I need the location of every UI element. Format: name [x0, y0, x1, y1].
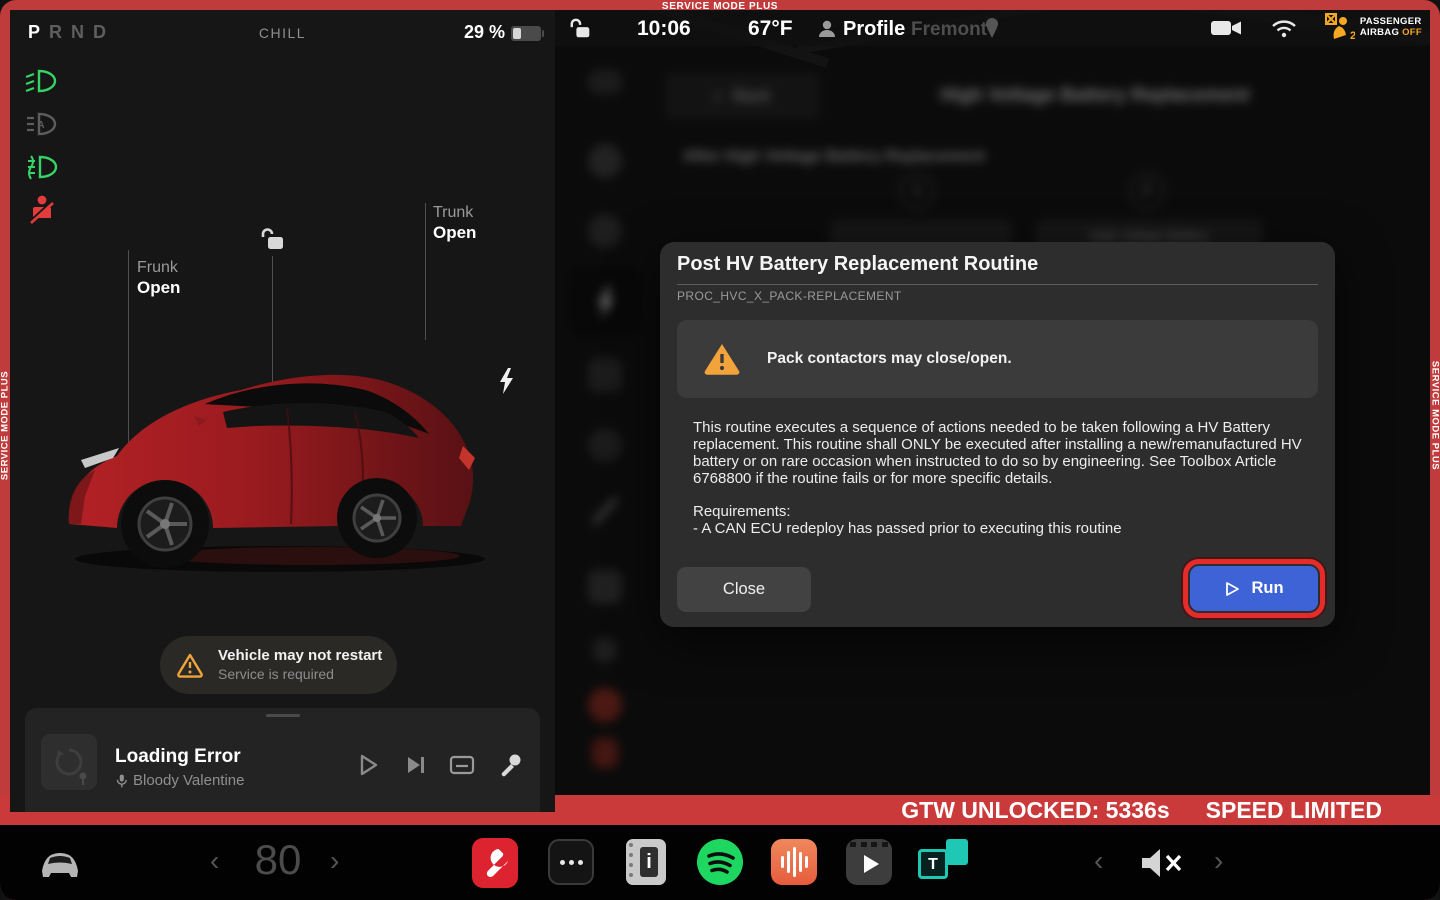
close-button[interactable]: Close [677, 567, 811, 612]
vehicle-status-panel: PRND CHILL 29 % A [10, 10, 555, 812]
vehicle-unlocked-icon[interactable] [569, 17, 593, 41]
media-player[interactable]: Loading Error Bloody Valentine [25, 708, 540, 812]
karaoke-mic-button[interactable] [497, 752, 523, 778]
vehicle-controls-icon[interactable] [36, 845, 84, 883]
run-button-highlight: Run [1183, 559, 1325, 618]
media-artist-row: Bloody Valentine [115, 772, 244, 789]
routine-modal: Post HV Battery Replacement Routine PROC… [660, 242, 1335, 627]
service-app-icon[interactable] [472, 838, 518, 888]
volume-down-button[interactable]: ‹ [1094, 843, 1103, 879]
run-play-icon [1224, 581, 1240, 597]
status-bar: 10:06 67°F Profile Fremont [555, 10, 1430, 46]
trunk-pointer-line [425, 203, 426, 340]
requirement-item: - A CAN ECU redeploy has passed prior to… [693, 520, 1307, 537]
cabin-temp-setpoint[interactable]: 80 [247, 836, 309, 884]
play-button[interactable] [355, 752, 381, 778]
alert-subtitle: Service is required [218, 665, 382, 684]
frunk-status[interactable]: Frunk Open [137, 258, 180, 298]
routine-description: This routine executes a sequence of acti… [693, 419, 1307, 487]
auto-headlight-icon: A [24, 109, 58, 139]
airbag-line1: PASSENGER [1360, 16, 1422, 27]
outside-temperature[interactable]: 67°F [748, 17, 793, 41]
mute-icon[interactable] [1140, 847, 1184, 879]
service-mode-banner-right: SERVICE MODE PLUS [1430, 0, 1440, 825]
airbag-line2: AIRBAG OFF [1360, 27, 1422, 38]
temp-down-button[interactable]: ‹ [210, 843, 219, 879]
media-artist: Bloody Valentine [133, 772, 244, 789]
dashcam-icon[interactable] [1210, 18, 1242, 38]
warning-text: Pack contactors may close/open. [767, 350, 1012, 368]
toybox-icon[interactable]: T [918, 839, 970, 885]
gtw-unlocked-text: GTW UNLOCKED: 5336s [901, 797, 1169, 824]
drag-handle[interactable] [266, 714, 300, 717]
battery-icon [511, 26, 541, 41]
temp-up-button[interactable]: › [330, 843, 339, 879]
map-pin-icon [983, 16, 1001, 40]
theater-icon[interactable] [846, 839, 892, 885]
unlocked-icon[interactable] [260, 226, 286, 252]
service-mode-banner-left: SERVICE MODE PLUS [0, 0, 10, 825]
passenger-airbag-status: 2 PASSENGER AIRBAG OFF [1325, 13, 1422, 41]
voice-memo-icon [115, 774, 128, 788]
airbag-off-state: OFF [1402, 27, 1422, 38]
vehicle-alert: Vehicle may not restart Service is requi… [160, 636, 397, 694]
svg-text:2: 2 [1350, 30, 1355, 41]
requirements-title: Requirements: [693, 503, 1307, 520]
skip-next-button[interactable] [403, 752, 429, 778]
svg-text:A: A [37, 120, 44, 131]
run-button[interactable]: Run [1190, 566, 1318, 611]
media-title: Loading Error [115, 746, 241, 768]
spotify-icon[interactable] [697, 839, 743, 885]
trunk-status[interactable]: Trunk Open [433, 203, 476, 243]
routine-requirements: Requirements: - A CAN ECU redeploy has p… [693, 503, 1307, 537]
modal-title: Post HV Battery Replacement Routine [677, 253, 1038, 276]
clock: 10:06 [637, 17, 691, 41]
profile-icon [817, 19, 837, 39]
warning-triangle-filled-icon [703, 342, 741, 376]
modal-divider [677, 284, 1318, 285]
volume-up-button[interactable]: › [1214, 843, 1223, 879]
center-display-panel: 10:06 67°F Profile Fremont [555, 10, 1430, 795]
album-art-placeholder [41, 734, 97, 790]
car-render[interactable] [55, 328, 505, 578]
warning-triangle-icon [176, 652, 204, 678]
wifi-icon[interactable] [1270, 17, 1298, 39]
modal-warning: Pack contactors may close/open. [677, 320, 1318, 398]
low-beam-icon [24, 66, 58, 96]
profile-button[interactable]: Profile [843, 18, 905, 41]
map-location-label: Fremont [911, 19, 987, 41]
audio-waveform-app-icon[interactable] [771, 839, 817, 885]
all-apps-icon[interactable] [548, 839, 594, 885]
battery-percent: 29 % [464, 22, 505, 43]
tesla-touchscreen: SERVICE MODE PLUS SERVICE MODE PLUS SERV… [0, 0, 1440, 900]
captions-button[interactable] [449, 752, 475, 778]
speed-limited-text: SPEED LIMITED [1206, 797, 1382, 824]
owners-manual-icon[interactable]: i [626, 839, 666, 885]
procedure-code: PROC_HVC_X_PACK-REPLACEMENT [677, 289, 902, 303]
alert-title: Vehicle may not restart [218, 646, 382, 665]
telltale-column: A [24, 66, 58, 225]
fog-light-icon [24, 152, 58, 182]
airbag-icon: 2 [1325, 13, 1355, 41]
seatbelt-warning-icon [24, 195, 58, 225]
app-launcher: ‹ 80 › i [0, 825, 1440, 900]
